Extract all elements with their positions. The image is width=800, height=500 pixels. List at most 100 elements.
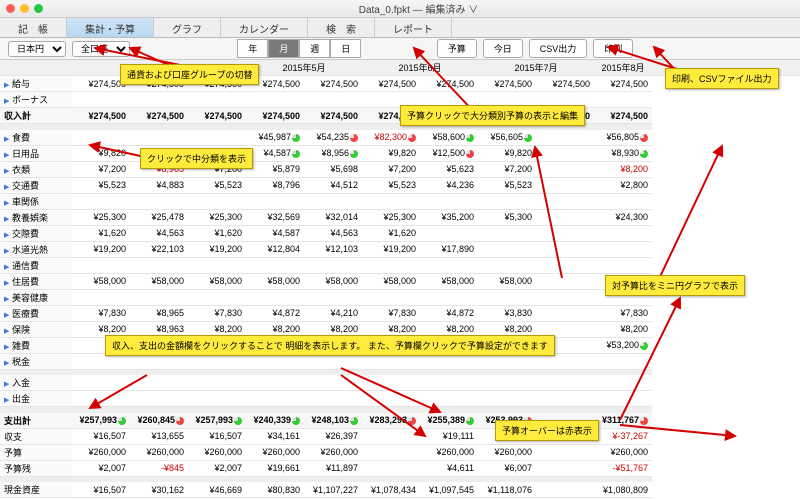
amount-cell[interactable]: ¥260,000 [478,444,536,460]
expand-icon[interactable]: ▶ [4,151,12,159]
amount-cell[interactable]: ¥8,930 [594,145,652,161]
amount-cell[interactable] [72,193,130,209]
amount-cell[interactable] [304,92,362,108]
table-row[interactable]: ▶衣類¥7,200¥8,965¥7,200¥5,879¥5,698¥7,200¥… [0,161,800,177]
amount-cell[interactable]: ¥9,820 [72,145,130,161]
amount-cell[interactable]: ¥32,014 [304,209,362,225]
amount-cell[interactable]: ¥2,007 [72,460,130,476]
amount-cell[interactable] [188,391,246,407]
amount-cell[interactable]: ¥4,563 [130,225,188,241]
amount-cell[interactable] [130,289,188,305]
amount-cell[interactable]: ¥5,623 [420,161,478,177]
amount-cell[interactable] [536,444,594,460]
category-cell[interactable]: ▶住居費 [0,273,72,289]
amount-cell[interactable]: ¥82,300 [362,130,420,146]
expand-icon[interactable]: ▶ [4,311,12,319]
category-cell[interactable]: ▶給与 [0,76,72,92]
amount-cell[interactable] [536,225,594,241]
table-row[interactable]: ▶入金 [0,375,800,391]
amount-cell[interactable]: ¥56,805 [594,130,652,146]
amount-cell[interactable] [594,375,652,391]
amount-cell[interactable]: ¥5,879 [246,161,304,177]
amount-cell[interactable]: ¥53,200 [594,337,652,353]
category-cell[interactable]: 支出計 [0,413,72,429]
amount-cell[interactable]: ¥274,500 [420,76,478,92]
amount-cell[interactable]: ¥4,872 [246,305,304,321]
amount-cell[interactable] [188,257,246,273]
table-row[interactable]: 予算残¥2,007-¥845¥2,007¥19,661¥11,897¥4,611… [0,460,800,476]
amount-cell[interactable]: ¥260,000 [188,444,246,460]
category-cell[interactable]: ▶保険 [0,321,72,337]
table-row[interactable]: ▶水道光熱¥19,200¥22,103¥19,200¥12,804¥12,103… [0,241,800,257]
amount-cell[interactable]: ¥274,500 [130,108,188,124]
tab-5[interactable]: レポート [375,18,452,37]
amount-cell[interactable]: ¥5,523 [72,177,130,193]
table-row[interactable]: 収支¥16,507¥13,655¥16,507¥34,161¥26,397¥19… [0,428,800,444]
amount-cell[interactable]: ¥4,883 [130,177,188,193]
amount-cell[interactable] [362,375,420,391]
category-cell[interactable]: ▶車関係 [0,193,72,209]
amount-cell[interactable] [188,92,246,108]
amount-cell[interactable]: ¥260,000 [420,444,478,460]
period-月[interactable]: 月 [268,39,299,58]
amount-cell[interactable]: ¥7,200 [362,161,420,177]
amount-cell[interactable]: ¥7,830 [188,305,246,321]
amount-cell[interactable]: -¥51,767 [594,460,652,476]
amount-cell[interactable]: ¥-37,267 [594,428,652,444]
amount-cell[interactable]: ¥2,800 [594,177,652,193]
amount-cell[interactable] [130,193,188,209]
amount-cell[interactable]: ¥274,500 [188,108,246,124]
amount-cell[interactable]: ¥5,523 [188,177,246,193]
amount-cell[interactable] [304,375,362,391]
amount-cell[interactable] [362,428,420,444]
amount-cell[interactable]: ¥5,523 [362,177,420,193]
amount-cell[interactable]: ¥260,000 [594,444,652,460]
amount-cell[interactable]: ¥4,872 [420,305,478,321]
table-row[interactable]: ▶出金 [0,391,800,407]
amount-cell[interactable]: ¥58,000 [246,273,304,289]
amount-cell[interactable]: ¥8,796 [246,177,304,193]
table-row[interactable]: ▶教養娯楽¥25,300¥25,478¥25,300¥32,569¥32,014… [0,209,800,225]
amount-cell[interactable]: ¥19,200 [362,241,420,257]
amount-cell[interactable]: ¥248,103 [304,413,362,429]
table-row[interactable]: ▶交通費¥5,523¥4,883¥5,523¥8,796¥4,512¥5,523… [0,177,800,193]
amount-cell[interactable]: ¥4,563 [304,225,362,241]
amount-cell[interactable]: ¥7,200 [72,161,130,177]
amount-cell[interactable]: ¥9,820 [362,145,420,161]
amount-cell[interactable]: ¥311,767 [594,413,652,429]
amount-cell[interactable]: ¥4,587 [246,225,304,241]
amount-cell[interactable]: ¥274,500 [246,108,304,124]
amount-cell[interactable]: ¥58,600 [420,130,478,146]
amount-cell[interactable]: ¥19,661 [246,460,304,476]
category-cell[interactable]: ▶日用品 [0,145,72,161]
amount-cell[interactable]: ¥274,500 [536,76,594,92]
category-cell[interactable]: ▶医療費 [0,305,72,321]
amount-cell[interactable]: ¥4,512 [304,177,362,193]
amount-cell[interactable]: ¥260,000 [246,444,304,460]
amount-cell[interactable] [594,225,652,241]
amount-cell[interactable] [362,289,420,305]
amount-cell[interactable] [594,257,652,273]
amount-cell[interactable]: ¥58,000 [478,273,536,289]
amount-cell[interactable] [362,391,420,407]
category-cell[interactable]: ▶雑費 [0,337,72,353]
amount-cell[interactable]: ¥58,000 [420,273,478,289]
amount-cell[interactable] [536,130,594,146]
amount-cell[interactable] [246,193,304,209]
account-select[interactable]: 全口座 [72,41,130,57]
category-cell[interactable]: 現金資産 [0,482,72,498]
expand-icon[interactable]: ▶ [4,263,12,271]
amount-cell[interactable] [420,391,478,407]
expand-icon[interactable]: ▶ [4,231,12,239]
category-cell[interactable]: 収入計 [0,108,72,124]
amount-cell[interactable] [536,273,594,289]
amount-cell[interactable]: ¥5,523 [478,177,536,193]
amount-cell[interactable]: ¥16,507 [188,428,246,444]
tab-1[interactable]: 集計・予算 [67,18,154,37]
amount-cell[interactable]: ¥12,500 [420,145,478,161]
amount-cell[interactable] [72,257,130,273]
expand-icon[interactable]: ▶ [4,279,12,287]
amount-cell[interactable]: ¥283,293 [362,413,420,429]
category-cell[interactable]: ▶税金 [0,353,72,369]
table-row[interactable]: ▶通信費 [0,257,800,273]
